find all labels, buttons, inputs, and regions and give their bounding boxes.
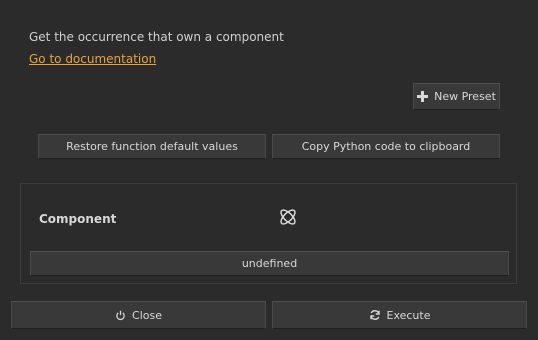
parameters-panel: Component undefined — [20, 183, 517, 284]
new-preset-label: New Preset — [434, 90, 496, 103]
copy-python-button[interactable]: Copy Python code to clipboard — [272, 134, 500, 159]
component-selector-button[interactable]: undefined — [30, 251, 509, 276]
component-label: Component — [39, 212, 117, 226]
execute-button[interactable]: Execute — [272, 301, 527, 329]
restore-defaults-button[interactable]: Restore function default values — [38, 134, 266, 159]
power-icon — [115, 310, 126, 321]
execute-label: Execute — [386, 308, 431, 322]
refresh-icon — [369, 309, 381, 321]
new-preset-button[interactable]: New Preset — [413, 83, 500, 110]
plus-icon — [417, 91, 429, 102]
close-button[interactable]: Close — [11, 301, 266, 329]
copy-python-label: Copy Python code to clipboard — [301, 140, 471, 153]
close-label: Close — [132, 308, 162, 322]
restore-defaults-label: Restore function default values — [66, 140, 238, 153]
function-description: Get the occurrence that own a component — [29, 30, 284, 44]
component-icon — [277, 206, 299, 232]
documentation-link[interactable]: Go to documentation — [29, 52, 156, 66]
component-value: undefined — [241, 257, 298, 270]
